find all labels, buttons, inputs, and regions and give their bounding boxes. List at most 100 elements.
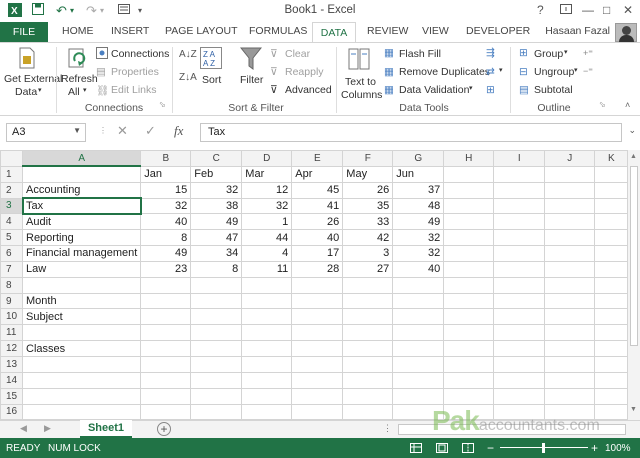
chevron-down-icon[interactable]: ▾	[564, 48, 568, 56]
cell-f12[interactable]	[342, 340, 394, 357]
cell-g2[interactable]: 37	[392, 181, 445, 199]
chevron-down-icon[interactable]: ▾	[469, 84, 473, 92]
cell-c13[interactable]	[190, 355, 243, 373]
cell-c16[interactable]	[190, 403, 243, 421]
cell-e13[interactable]	[291, 355, 344, 373]
cell-c10[interactable]	[190, 308, 243, 326]
cell-b14[interactable]	[140, 371, 192, 389]
minimize-button[interactable]: —	[582, 3, 594, 17]
cell-b16[interactable]	[140, 403, 192, 421]
cell-f1[interactable]: May	[342, 165, 394, 183]
cell-i15[interactable]	[493, 387, 546, 405]
enter-icon[interactable]: ✓	[145, 123, 156, 139]
cell-b2[interactable]: 15	[140, 181, 192, 199]
help-button[interactable]: ?	[537, 3, 544, 17]
text-to-columns-label[interactable]: Columns	[341, 89, 382, 101]
cell-g9[interactable]	[392, 292, 445, 310]
cell-h12[interactable]	[443, 340, 495, 357]
cell-k2[interactable]	[594, 181, 629, 199]
cell-b5[interactable]: 8	[140, 229, 192, 247]
cell-c6[interactable]: 34	[190, 245, 243, 262]
chevron-down-icon[interactable]: ▾	[574, 66, 578, 74]
row-header[interactable]: 7	[0, 260, 23, 278]
cell-d15[interactable]	[241, 387, 293, 405]
edit-links-button[interactable]: Edit Links	[111, 84, 157, 96]
row-header[interactable]: 16	[0, 403, 23, 421]
cell-b13[interactable]	[140, 355, 192, 373]
cell-f11[interactable]	[342, 324, 394, 342]
cell-f13[interactable]	[342, 355, 394, 373]
cell-h3[interactable]	[443, 197, 495, 215]
scroll-thumb[interactable]	[630, 166, 638, 346]
cell-k4[interactable]	[594, 213, 629, 231]
cell-c11[interactable]	[190, 324, 243, 342]
cell-h4[interactable]	[443, 213, 495, 231]
tab-insert[interactable]: INSERT	[111, 25, 149, 37]
page-break-view-icon[interactable]	[462, 443, 474, 456]
cell-b7[interactable]: 23	[140, 260, 192, 278]
row-header[interactable]: 14	[0, 371, 23, 389]
zoom-slider-thumb[interactable]	[542, 443, 545, 453]
what-if-analysis-icon[interactable]: ⇄	[486, 66, 495, 78]
flash-fill-button[interactable]: Flash Fill	[399, 48, 441, 60]
cell-b8[interactable]	[140, 276, 192, 294]
column-header-k[interactable]: K	[594, 150, 629, 167]
sheet-tab-sheet1[interactable]: Sheet1	[80, 420, 132, 438]
tab-view[interactable]: VIEW	[422, 25, 449, 37]
cell-g15[interactable]	[392, 387, 445, 405]
cell-h2[interactable]	[443, 181, 495, 199]
cell-g1[interactable]: Jun	[392, 165, 445, 183]
get-external-data-button[interactable]: Get External	[4, 73, 62, 85]
cell-h1[interactable]	[443, 165, 495, 183]
cell-b3[interactable]: 32	[140, 197, 192, 215]
worksheet-grid[interactable]: ABCDEFGHIJK 1 Jan Feb Mar Apr May Jun 2 Accounti…	[0, 150, 640, 421]
cell-b4[interactable]: 40	[140, 213, 192, 231]
cell-k12[interactable]	[594, 340, 629, 357]
hide-detail-icon[interactable]: −⁼	[583, 66, 593, 77]
cell-c9[interactable]	[190, 292, 243, 310]
cell-a7[interactable]: Law	[21, 260, 142, 278]
properties-button[interactable]: Properties	[111, 66, 159, 78]
cell-d1[interactable]: Mar	[241, 165, 293, 183]
cell-b15[interactable]	[140, 387, 192, 405]
ribbon-display-icon[interactable]	[560, 3, 572, 17]
cell-b9[interactable]	[140, 292, 192, 310]
dialog-launcher-icon[interactable]: ⬂	[599, 100, 606, 109]
cell-h5[interactable]	[443, 229, 495, 247]
normal-view-icon[interactable]	[410, 443, 422, 456]
cell-j5[interactable]	[544, 229, 596, 247]
row-header[interactable]: 9	[0, 292, 23, 310]
group-button[interactable]: Group	[534, 48, 563, 60]
cell-e3[interactable]: 41	[291, 197, 344, 215]
cell-h8[interactable]	[443, 276, 495, 294]
tab-review[interactable]: REVIEW	[367, 25, 408, 37]
cell-b10[interactable]	[140, 308, 192, 326]
scroll-down-icon[interactable]: ▼	[630, 406, 637, 413]
sort-button[interactable]: Sort	[202, 74, 221, 86]
cell-a16[interactable]	[21, 403, 142, 421]
cell-f15[interactable]	[342, 387, 394, 405]
cell-c5[interactable]: 47	[190, 229, 243, 247]
avatar[interactable]	[615, 23, 637, 42]
cell-i6[interactable]	[493, 245, 546, 262]
cell-h13[interactable]	[443, 355, 495, 373]
cell-j4[interactable]	[544, 213, 596, 231]
cell-e15[interactable]	[291, 387, 344, 405]
row-header[interactable]: 3	[0, 197, 23, 215]
cell-a2[interactable]: Accounting	[21, 181, 142, 199]
cell-a15[interactable]	[21, 387, 142, 405]
cell-j14[interactable]	[544, 371, 596, 389]
cell-i9[interactable]	[493, 292, 546, 310]
spreadsheet-table[interactable]: ABCDEFGHIJK 1 Jan Feb Mar Apr May Jun 2 Accounti…	[0, 150, 629, 421]
add-sheet-button[interactable]: +	[157, 422, 171, 436]
column-header-d[interactable]: D	[241, 150, 293, 167]
cell-k9[interactable]	[594, 292, 629, 310]
cell-d10[interactable]	[241, 308, 293, 326]
cell-i2[interactable]	[493, 181, 546, 199]
tab-formulas[interactable]: FORMULAS	[249, 25, 307, 37]
cell-i13[interactable]	[493, 355, 546, 373]
cell-b12[interactable]	[140, 340, 192, 357]
cell-f10[interactable]	[342, 308, 394, 326]
cell-i4[interactable]	[493, 213, 546, 231]
cell-k3[interactable]	[594, 197, 629, 215]
